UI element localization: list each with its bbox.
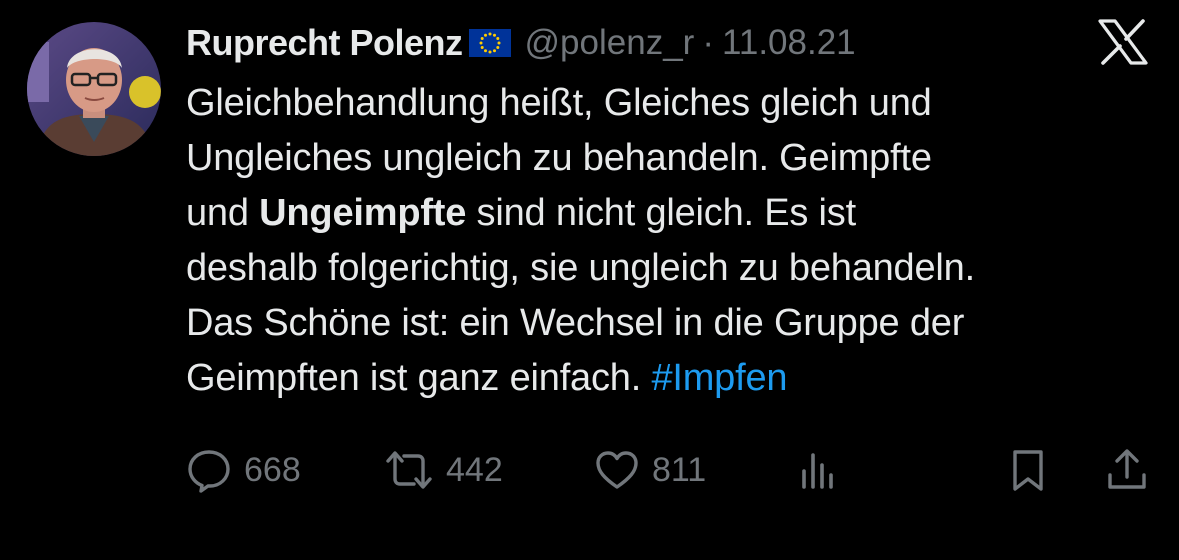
avatar-image <box>27 22 161 156</box>
reply-icon <box>186 447 232 493</box>
action-bar: 668 442 811 <box>186 440 1156 500</box>
repost-count: 442 <box>446 450 503 489</box>
tweet-card: Ruprecht Polenz @polenz_r · 11.08.21 Gle… <box>0 0 1179 560</box>
tweet-text-line: Gleichbehandlung heißt, Gleiches gleich … <box>186 82 932 124</box>
author-avatar[interactable] <box>27 22 161 156</box>
tweet-text-line: deshalb folgerichtig, sie ungleich zu be… <box>186 247 975 289</box>
share-icon <box>1106 447 1148 493</box>
tweet-text-line: Das Schöne ist: ein Wechsel in die Grupp… <box>186 302 965 344</box>
repost-button[interactable]: 442 <box>384 440 503 500</box>
tweet-text-segment: Geimpften ist ganz einfach. <box>186 357 652 399</box>
tweet-text-bold: Ungeimpfte <box>259 192 467 234</box>
bookmark-icon <box>1008 447 1048 493</box>
reply-button[interactable]: 668 <box>186 440 301 500</box>
bookmark-button[interactable] <box>1008 440 1048 500</box>
heart-icon <box>594 447 640 493</box>
views-button[interactable] <box>798 440 838 500</box>
views-icon <box>798 447 838 493</box>
reply-count: 668 <box>244 450 301 489</box>
author-handle[interactable]: @polenz_r <box>525 23 695 63</box>
x-logo-icon[interactable] <box>1098 19 1148 65</box>
tweet-text-line: und Ungeimpfte sind nicht gleich. Es ist <box>186 186 1161 241</box>
like-button[interactable]: 811 <box>594 440 706 500</box>
share-button[interactable] <box>1106 440 1148 500</box>
tweet-text: Gleichbehandlung heißt, Gleiches gleich … <box>186 76 1161 406</box>
header-separator: · <box>702 23 714 62</box>
tweet-text-line: Ungleiches ungleich zu behandeln. Geimpf… <box>186 137 932 179</box>
tweet-text-segment: sind nicht gleich. Es ist <box>466 192 857 234</box>
hashtag-link[interactable]: #Impfen <box>651 357 787 399</box>
repost-icon <box>384 447 434 493</box>
like-count: 811 <box>652 450 707 489</box>
tweet-header: Ruprecht Polenz @polenz_r · 11.08.21 <box>186 18 856 68</box>
tweet-text-line: Geimpften ist ganz einfach. #Impfen <box>186 351 1161 406</box>
author-name[interactable]: Ruprecht Polenz <box>186 22 463 64</box>
tweet-text-segment: und <box>186 192 260 234</box>
eu-flag-icon <box>468 29 511 57</box>
tweet-date[interactable]: 11.08.21 <box>722 23 856 63</box>
